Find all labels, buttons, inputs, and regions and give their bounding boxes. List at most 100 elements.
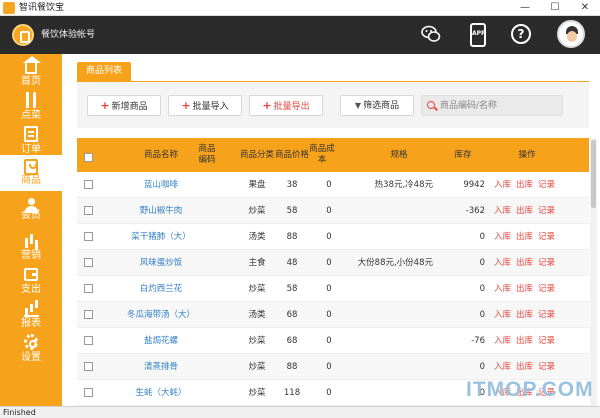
goods-code: [217, 328, 239, 354]
stock-in-link[interactable]: 入库: [494, 172, 511, 198]
watermark: ITMOP.COM: [466, 378, 594, 401]
header-stock: 库存: [454, 149, 472, 160]
goods-stock: -76: [471, 336, 485, 346]
row-checkbox[interactable]: [84, 388, 93, 397]
goods-category: 炒菜: [248, 388, 266, 398]
stock-out-link[interactable]: 出库: [516, 276, 533, 302]
row-checkbox[interactable]: [84, 336, 93, 345]
stock-in-link[interactable]: 入库: [494, 198, 511, 224]
stock-out-link[interactable]: 出库: [516, 354, 533, 380]
goods-name-link[interactable]: 风味蛋炒饭: [105, 250, 217, 276]
goods-cost: 0: [326, 180, 332, 190]
sidebar-item-label: 设置: [21, 352, 41, 363]
goods-name-link[interactable]: 盐焗花螺: [105, 328, 217, 354]
goods-category: 汤类: [248, 232, 266, 242]
scrollbar-thumb[interactable]: [591, 140, 596, 208]
goods-cost: 0: [326, 206, 332, 216]
maximize-button[interactable]: ☐: [540, 0, 570, 16]
filter-goods-button[interactable]: ▼ 筛选商品: [340, 95, 414, 116]
goods-name-link[interactable]: 冬瓜海带汤（大）: [105, 302, 217, 328]
stock-in-link[interactable]: 入库: [494, 250, 511, 276]
help-icon[interactable]: ?: [511, 24, 531, 44]
goods-code: [217, 380, 239, 406]
stock-out-link[interactable]: 出库: [516, 224, 533, 250]
goods-stock: -362: [465, 206, 485, 216]
goods-name-link[interactable]: 清蒸排骨: [105, 354, 217, 380]
wechat-icon[interactable]: [421, 24, 441, 44]
goods-name-link[interactable]: 生蚝（大蚝）: [105, 380, 217, 406]
header-price: 商品价格: [275, 149, 310, 160]
row-checkbox[interactable]: [84, 206, 93, 215]
stock-out-link[interactable]: 出库: [516, 198, 533, 224]
goods-stock: 9942: [463, 180, 485, 190]
row-checkbox[interactable]: [84, 284, 93, 293]
header-cost: 商品成本: [309, 144, 335, 165]
goods-price: 48: [286, 258, 298, 268]
stock-out-link[interactable]: 出库: [516, 250, 533, 276]
stock-in-link[interactable]: 入库: [494, 302, 511, 328]
select-all-checkbox[interactable]: [84, 153, 93, 162]
stock-in-link[interactable]: 入库: [494, 276, 511, 302]
record-link[interactable]: 记录: [538, 224, 555, 250]
batch-import-button[interactable]: + 批量导入: [168, 95, 242, 116]
batch-export-button[interactable]: + 批量导出: [249, 95, 323, 116]
goods-category: 主食: [248, 258, 266, 268]
marketing-icon: [24, 232, 38, 248]
account-name: 餐饮体验帐号: [41, 30, 96, 40]
goods-name-link[interactable]: 菜干猪肺（大）: [105, 224, 217, 250]
stock-out-link[interactable]: 出库: [516, 328, 533, 354]
goods-code: [217, 276, 239, 302]
goods-stock: 0: [479, 284, 485, 294]
add-goods-button[interactable]: + 新增商品: [87, 95, 161, 116]
goods-price: 38: [286, 180, 298, 190]
record-link[interactable]: 记录: [538, 302, 555, 328]
sidebar-item-label: 商品: [21, 175, 41, 186]
table-row[interactable]: 盐焗花螺 炒菜 68 0 -76 入库 出库 记录: [77, 328, 589, 354]
stock-in-link[interactable]: 入库: [494, 328, 511, 354]
close-button[interactable]: ✕: [570, 0, 600, 16]
avatar[interactable]: [557, 20, 585, 48]
stock-out-link[interactable]: 出库: [516, 302, 533, 328]
record-link[interactable]: 记录: [538, 250, 555, 276]
goods-price: 88: [286, 232, 298, 242]
table-row[interactable]: 白灼西兰花 炒菜 58 0 0 入库 出库 记录: [77, 276, 589, 302]
table-row[interactable]: 清蒸排骨 炒菜 88 0 0 入库 出库 记录: [77, 354, 589, 380]
table-row[interactable]: 蓝山咖啡 果盘 38 0 热38元,冷48元 9942 入库 出库 记录: [77, 172, 589, 198]
row-checkbox[interactable]: [84, 232, 93, 241]
goods-price: 88: [286, 362, 298, 372]
goods-name-link[interactable]: 白灼西兰花: [105, 276, 217, 302]
sidebar-item-goods[interactable]: 商品: [0, 155, 62, 191]
table-row[interactable]: 菜干猪肺（大） 汤类 88 0 0 入库 出库 记录: [77, 224, 589, 250]
row-checkbox[interactable]: [84, 310, 93, 319]
stock-in-link[interactable]: 入库: [494, 224, 511, 250]
search-input[interactable]: [440, 98, 558, 113]
tab-goods-list[interactable]: 商品列表: [77, 62, 131, 81]
goods-spec: [349, 224, 433, 250]
goods-price: 68: [286, 336, 298, 346]
stock-out-link[interactable]: 出库: [516, 172, 533, 198]
sidebar-item-label: 报表: [21, 318, 41, 329]
table-row[interactable]: 冬瓜海带汤（大） 汤类 68 0 0 入库 出库 记录: [77, 302, 589, 328]
goods-name-link[interactable]: 野山椒牛肉: [105, 198, 217, 224]
record-link[interactable]: 记录: [538, 276, 555, 302]
table-row[interactable]: 野山椒牛肉 炒菜 58 0 -362 入库 出库 记录: [77, 198, 589, 224]
goods-category: 炒菜: [248, 206, 266, 216]
minimize-button[interactable]: —: [510, 0, 540, 16]
record-link[interactable]: 记录: [538, 172, 555, 198]
row-checkbox[interactable]: [84, 362, 93, 371]
app-download-icon[interactable]: APP: [470, 23, 486, 47]
goods-code: [217, 354, 239, 380]
record-link[interactable]: 记录: [538, 354, 555, 380]
table-row[interactable]: 风味蛋炒饭 主食 48 0 大份88元,小份48元 0 入库 出库 记录: [77, 250, 589, 276]
goods-name-link[interactable]: 蓝山咖啡: [105, 172, 217, 198]
stock-in-link[interactable]: 入库: [494, 354, 511, 380]
batch-export-label: 批量导出: [273, 102, 310, 112]
record-link[interactable]: 记录: [538, 328, 555, 354]
expense-icon: [24, 268, 38, 281]
record-link[interactable]: 记录: [538, 198, 555, 224]
sidebar-item-settings[interactable]: 设置: [0, 330, 62, 370]
row-checkbox[interactable]: [84, 258, 93, 267]
row-checkbox[interactable]: [84, 180, 93, 189]
plus-icon: +: [100, 99, 110, 112]
goods-cost: 0: [326, 388, 332, 398]
